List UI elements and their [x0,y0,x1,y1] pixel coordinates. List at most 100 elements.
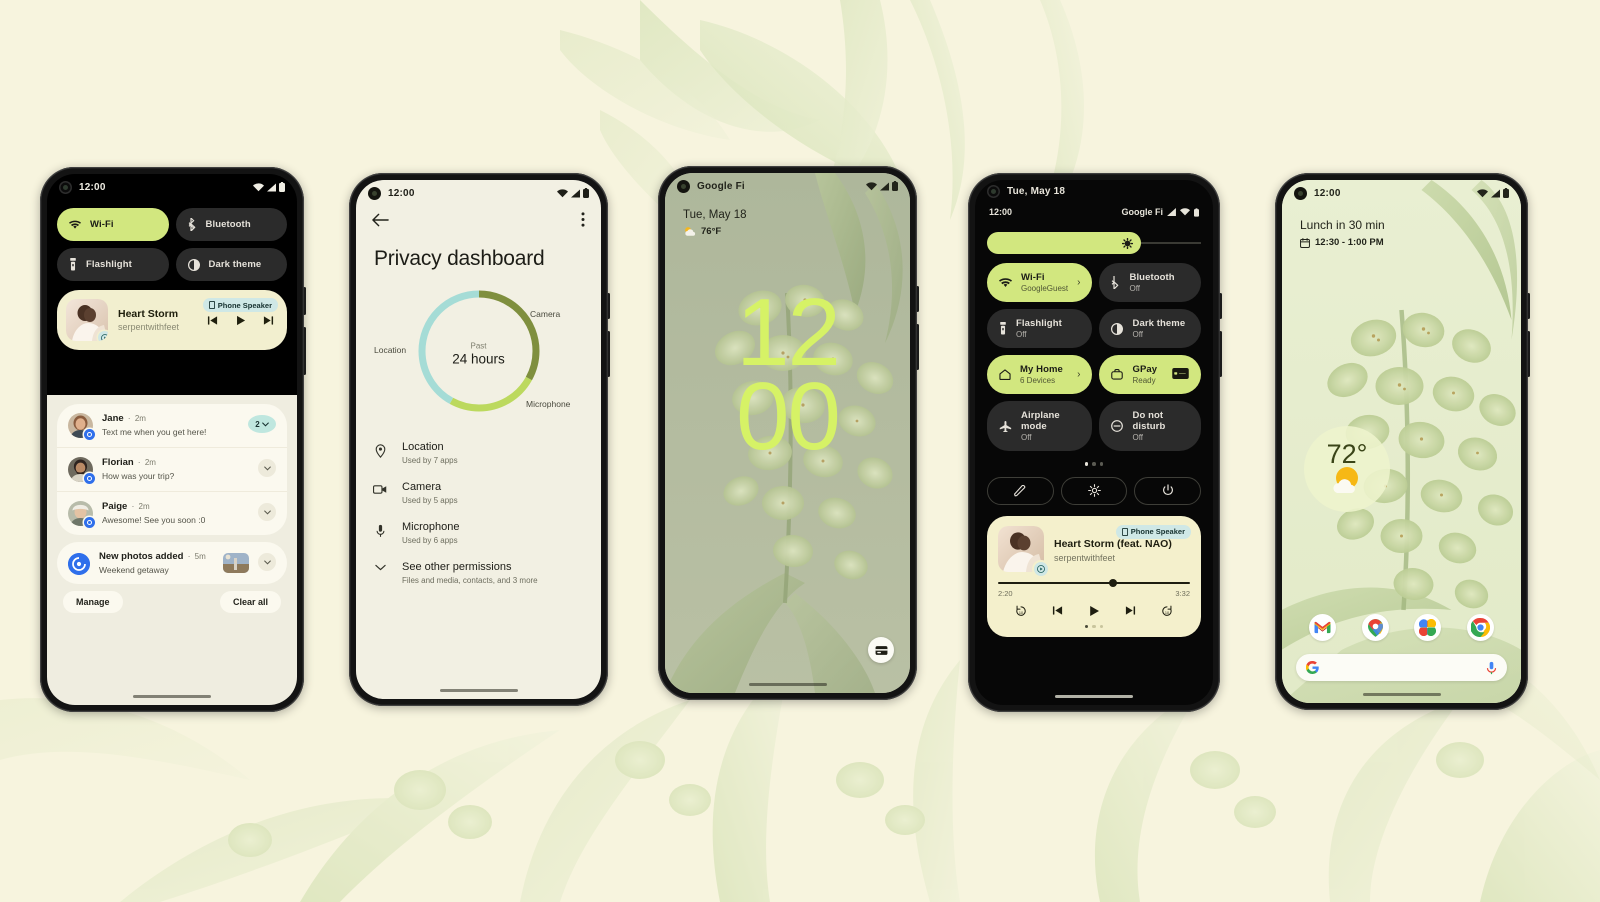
status-carrier: Google Fi [697,180,745,192]
media-page-dot[interactable] [1092,624,1096,628]
permission-row-microphone[interactable]: Microphone Used by 6 apps [372,521,585,545]
quick-settings-page-dots[interactable] [975,462,1213,466]
phone-privacy-dashboard: 12:00 Privacy dashboard Past 24 hours Ca… [349,173,610,706]
photos-icon[interactable] [1414,614,1442,641]
media-page-dot-active[interactable] [1084,624,1089,628]
home-indicator[interactable] [1055,695,1133,698]
signal-icon [1167,208,1176,216]
chevron-down-icon [263,465,271,470]
permission-sub: Used by 7 apps [402,456,458,465]
chevron-down-icon [372,561,388,571]
maps-icon[interactable] [1361,614,1389,641]
qs-tile-sub: Off [1021,433,1032,442]
media-page-dots[interactable] [998,624,1190,628]
power-button[interactable] [1134,476,1202,505]
next-track-icon[interactable] [263,315,274,326]
play-icon[interactable] [235,315,246,326]
qs-tile-sub: GoogleGuest [1021,284,1069,293]
home-indicator[interactable] [133,695,211,698]
home-indicator[interactable] [748,683,827,686]
media-seek-bar[interactable] [998,578,1190,587]
notification-row[interactable]: Florian · 2m How was your trip? [57,447,287,491]
signal-icon [267,182,276,192]
qs-tile-dark-theme[interactable]: Dark theme [175,248,287,281]
manage-button[interactable]: Manage [63,591,123,613]
camera-punch-hole [677,179,690,193]
notification-expand[interactable] [258,503,276,521]
page-dot[interactable] [1092,462,1096,466]
permission-row-see-other[interactable]: See other permissions Files and media, c… [372,561,585,585]
page-dot-active[interactable] [1084,462,1089,466]
qs-tile-flashlight[interactable]: Flashlight Off [987,309,1093,348]
permission-row-location[interactable]: Location Used by 7 apps [372,441,585,465]
partly-cloudy-icon [685,227,696,236]
qs-tile-airplane-mode[interactable]: Airplane mode Off [987,401,1093,451]
svg-text:10: 10 [1165,610,1169,614]
notification-expand-with-count[interactable]: 2 [248,415,276,433]
google-search-bar[interactable] [1296,654,1507,681]
home-indicator[interactable] [1362,693,1441,696]
microphone-icon[interactable] [1486,661,1497,675]
media-output-chip[interactable]: Phone Speaker [1115,524,1191,539]
calendar-widget[interactable]: Lunch in 30 min 12:30 - 1:00 PM [1282,206,1521,248]
media-seek-knob[interactable] [1109,578,1118,587]
previous-track-icon[interactable] [207,315,218,326]
qs-tile-do-not-disturb[interactable]: Do not disturb Off [1099,401,1201,451]
qs-tile-bluetooth[interactable]: Bluetooth [175,208,287,241]
home-indicator[interactable] [439,689,518,692]
media-times: 2:20 3:32 [998,589,1190,598]
notification-row[interactable]: New photos added · 5m Weekend getaway [57,542,287,584]
camera-punch-hole [1294,186,1307,200]
forward-10-icon[interactable]: 10 [1161,605,1173,617]
media-player-compact[interactable]: Heart Storm serpentwithfeet Phone Speake… [57,290,287,350]
notification-message: How was your trip? [102,470,175,481]
qs-tile-gpay[interactable]: GPay Ready [1099,355,1201,394]
settings-button[interactable] [1060,476,1128,505]
qs-tile-flashlight[interactable]: Flashlight [57,248,169,281]
clear-all-button[interactable]: Clear all [219,591,281,613]
wallet-button[interactable] [868,637,894,663]
next-track-icon[interactable] [1125,605,1136,616]
qs-tile-label: Dark theme [208,259,262,270]
permission-name: Camera [402,481,442,493]
clock-minutes: 00 [736,363,841,471]
previous-track-icon[interactable] [1052,605,1063,616]
do-not-disturb-icon [1111,420,1124,432]
permission-name: Location [402,441,444,453]
page-dot[interactable] [1099,462,1104,466]
permission-list: Location Used by 7 apps Camera Used by 5… [356,441,601,585]
notification-row[interactable]: Paige · 2m Awesome! See you soon :0 [57,491,287,535]
chevron-right-icon[interactable]: › [1077,277,1080,288]
rewind-10-icon[interactable]: 10 [1015,605,1027,617]
chrome-icon[interactable] [1467,614,1495,641]
permission-row-camera[interactable]: Camera Used by 5 apps [372,481,585,505]
payment-card-icon [1172,366,1189,384]
chevron-right-icon[interactable]: › [1077,369,1080,380]
gmail-icon[interactable] [1308,614,1336,641]
media-player-expanded[interactable]: Phone Speaker Heart Storm (feat. NAO) se… [987,515,1201,637]
brightness-slider[interactable] [987,232,1201,254]
weather-widget[interactable]: 72° [1304,426,1390,512]
notification-expand[interactable] [258,459,276,477]
google-g-icon [1306,661,1319,674]
qs-tile-sub: Off [1132,433,1144,442]
notification-row[interactable]: Jane · 2m Text me when you get here! 2 [57,404,287,447]
more-options-icon[interactable] [581,212,585,227]
qs-tile-bluetooth[interactable]: Bluetooth Off [1099,263,1201,302]
qs-tile-dark-theme[interactable]: Dark theme Off [1099,309,1201,348]
qs-tile-wifi[interactable]: Wi-Fi [57,208,169,241]
notification-expand[interactable] [258,553,276,571]
media-page-dot[interactable] [1099,624,1104,628]
permission-sub: Files and media, contacts, and 3 more [402,576,538,585]
back-arrow-icon[interactable] [372,213,389,227]
power-icon [1162,484,1173,496]
battery-icon [583,188,589,198]
lockscreen-date: Tue, May 18 [683,209,747,221]
edit-tiles-button[interactable] [987,476,1054,505]
phone-speaker-icon [1121,527,1128,536]
play-icon[interactable] [1088,605,1100,617]
svg-text:10: 10 [1018,610,1022,614]
qs-tile-wifi[interactable]: Wi-Fi GoogleGuest › [987,263,1093,302]
qs-tile-my-home[interactable]: My Home 6 Devices › [987,355,1093,394]
media-output-chip[interactable]: Phone Speaker [202,298,278,312]
